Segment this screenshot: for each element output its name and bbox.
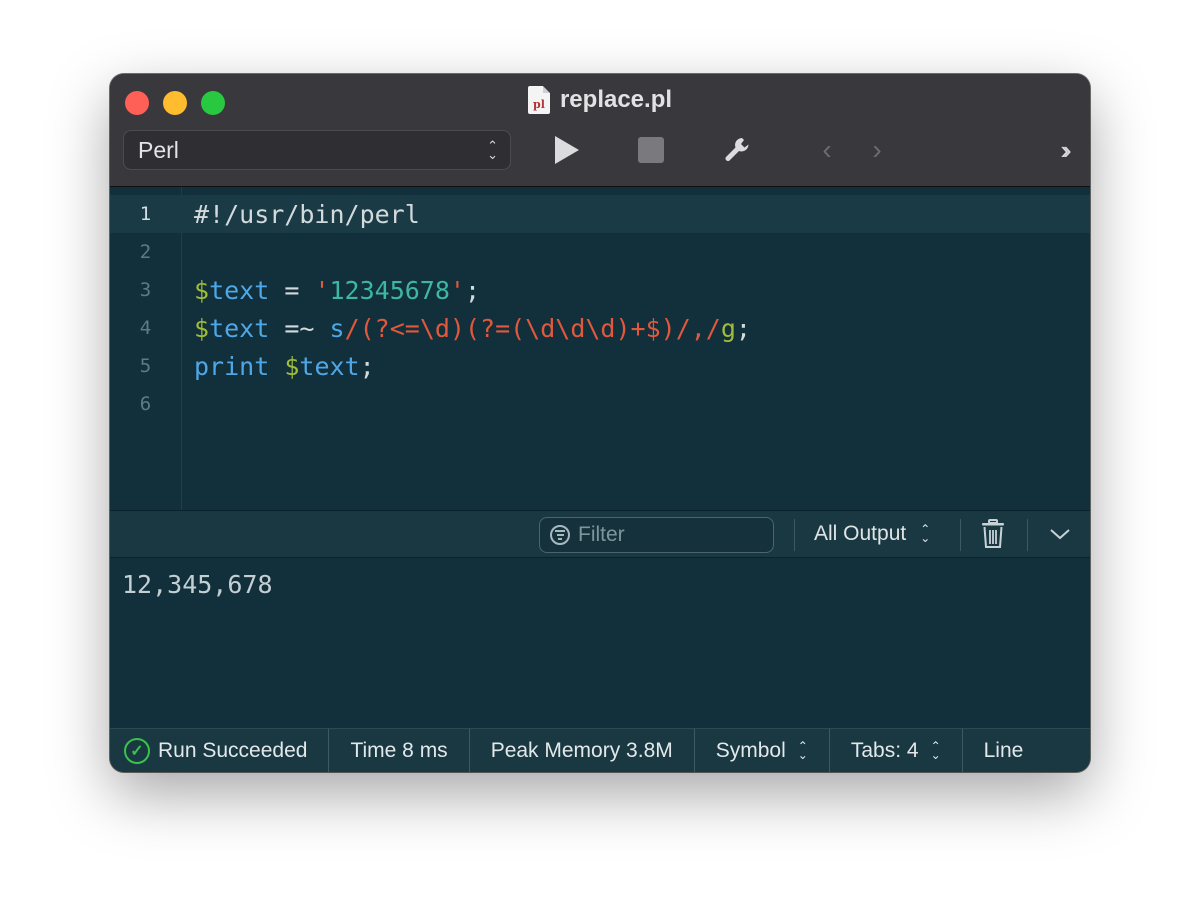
wrench-icon (725, 138, 749, 161)
program-output: 12,345,678 (122, 570, 273, 599)
output-pane[interactable]: 12,345,678 (110, 558, 1090, 728)
up-down-chevron-icon: ⌃ ⌄ (930, 738, 941, 762)
code-line[interactable]: 1 #!/usr/bin/perl (110, 195, 1090, 233)
output-mode-select[interactable]: All Output ⌃ ⌄ (814, 511, 930, 557)
up-down-chevron-icon: ⌃ ⌄ (920, 522, 931, 545)
code-token-sigil: $ (194, 313, 210, 343)
line-number: 4 (139, 317, 152, 339)
code-token-op: = (269, 275, 315, 305)
line-number: 3 (139, 279, 152, 301)
language-select-value: Perl (138, 136, 179, 163)
symbol-select-label: Symbol (715, 738, 786, 762)
line-number: 2 (139, 241, 152, 263)
code-token-op: ; (359, 351, 375, 381)
window-title: pl replace.pl (110, 86, 1090, 114)
run-status-text: Run Succeeded (158, 738, 308, 762)
code-line[interactable]: 6 (110, 385, 1090, 423)
code-token-num: 12345678 (329, 275, 450, 305)
divider (960, 519, 961, 551)
navigate-forward-button[interactable]: › (865, 134, 889, 166)
run-status: ✓ Run Succeeded (110, 729, 330, 772)
filter-icon (550, 525, 570, 545)
code-token-op (269, 352, 284, 381)
code-token-kw: print (194, 351, 270, 381)
code-line[interactable]: 5 print $text; (110, 347, 1090, 385)
symbol-select[interactable]: Symbol ⌃ ⌄ (695, 729, 830, 772)
chevron-left-icon: ‹ (822, 134, 832, 165)
tabs-select-label: Tabs: 4 (850, 738, 919, 762)
filter-placeholder: Filter (578, 523, 625, 546)
status-bar: ✓ Run Succeeded Time 8 ms Peak Memory 3.… (110, 728, 1090, 772)
divider (794, 519, 795, 551)
code-line[interactable]: 4 $text =~ s/(?<=\d)(?=(\d\d\d)+$)/,/g; (110, 309, 1090, 347)
run-button[interactable] (552, 134, 582, 166)
line-number: 5 (139, 355, 152, 377)
code-text: $text =~ s/(?<=\d)(?=(\d\d\d)+$)/,/g; (181, 314, 751, 343)
double-chevron-right-icon: ›› (1060, 134, 1072, 165)
chevron-down-icon (1050, 529, 1070, 540)
code-text: print $text; (181, 352, 375, 381)
code-token-var: text (209, 275, 270, 305)
checkmark-circle-icon: ✓ (124, 737, 150, 764)
code-editor[interactable]: 1 #!/usr/bin/perl 2 3 $text = '12345678'; 4 $t… (110, 187, 1090, 510)
file-icon-label: pl (533, 98, 545, 111)
line-number: 6 (139, 393, 152, 415)
toolbar-overflow-button[interactable]: ›› (1047, 134, 1079, 166)
code-token-default: #!/usr/bin/perl (194, 199, 420, 229)
output-toolbar: Filter All Output ⌃ ⌄ (110, 510, 1090, 558)
code-token-var: text (299, 351, 360, 381)
stop-button[interactable] (636, 134, 666, 166)
code-token-var: s (329, 313, 345, 343)
code-token-op: ; (735, 313, 751, 343)
language-select[interactable]: Perl ⌃ ⌄ (123, 130, 511, 170)
clear-output-button[interactable] (979, 519, 1009, 549)
line-indicator[interactable]: Line (963, 729, 1045, 772)
code-token-reflag: g (720, 313, 736, 343)
code-token-str: ' (314, 275, 330, 305)
play-icon (555, 136, 579, 164)
code-token-sigil: $ (284, 351, 300, 381)
code-token-str: ' (449, 275, 465, 305)
window-title-text: replace.pl (559, 86, 673, 113)
code-token-var: text (209, 313, 270, 343)
output-mode-value: All Output (814, 522, 907, 545)
code-text: #!/usr/bin/perl (181, 200, 420, 229)
stop-icon (638, 137, 664, 163)
code-token-op: ; (464, 275, 481, 305)
code-line[interactable]: 2 (110, 233, 1090, 271)
settings-button[interactable] (722, 134, 752, 166)
output-filter-field[interactable]: Filter (539, 517, 774, 553)
tabs-select[interactable]: Tabs: 4 ⌃ ⌄ (830, 729, 963, 772)
collapse-output-button[interactable] (1047, 519, 1073, 549)
chevron-right-icon: › (872, 134, 882, 165)
divider (1027, 519, 1028, 551)
up-down-chevron-icon: ⌃ ⌄ (797, 738, 808, 762)
code-token-op: =~ (269, 313, 330, 343)
code-line[interactable]: 3 $text = '12345678'; (110, 271, 1090, 309)
perl-file-icon: pl (527, 86, 550, 114)
trash-icon (982, 519, 1004, 548)
navigate-back-button[interactable]: ‹ (815, 134, 839, 166)
line-number: 1 (139, 203, 152, 225)
peak-memory: Peak Memory 3.8M (470, 729, 695, 772)
app-window: pl replace.pl Perl ⌃ ⌄ ‹ › ›› 1 #!/usr/b… (110, 74, 1090, 772)
line-indicator-label: Line (983, 738, 1024, 762)
code-token-re: /(?<=\d)(?=(\d\d\d)+$)/,/ (344, 313, 721, 343)
up-down-chevron-icon: ⌃ ⌄ (487, 138, 498, 162)
title-bar: pl replace.pl Perl ⌃ ⌄ ‹ › ›› (110, 74, 1090, 187)
run-time: Time 8 ms (329, 729, 470, 772)
code-token-sigil: $ (194, 275, 210, 305)
code-text: $text = '12345678'; (181, 276, 480, 305)
peak-memory-text: Peak Memory 3.8M (490, 738, 673, 762)
run-time-text: Time 8 ms (350, 738, 448, 762)
